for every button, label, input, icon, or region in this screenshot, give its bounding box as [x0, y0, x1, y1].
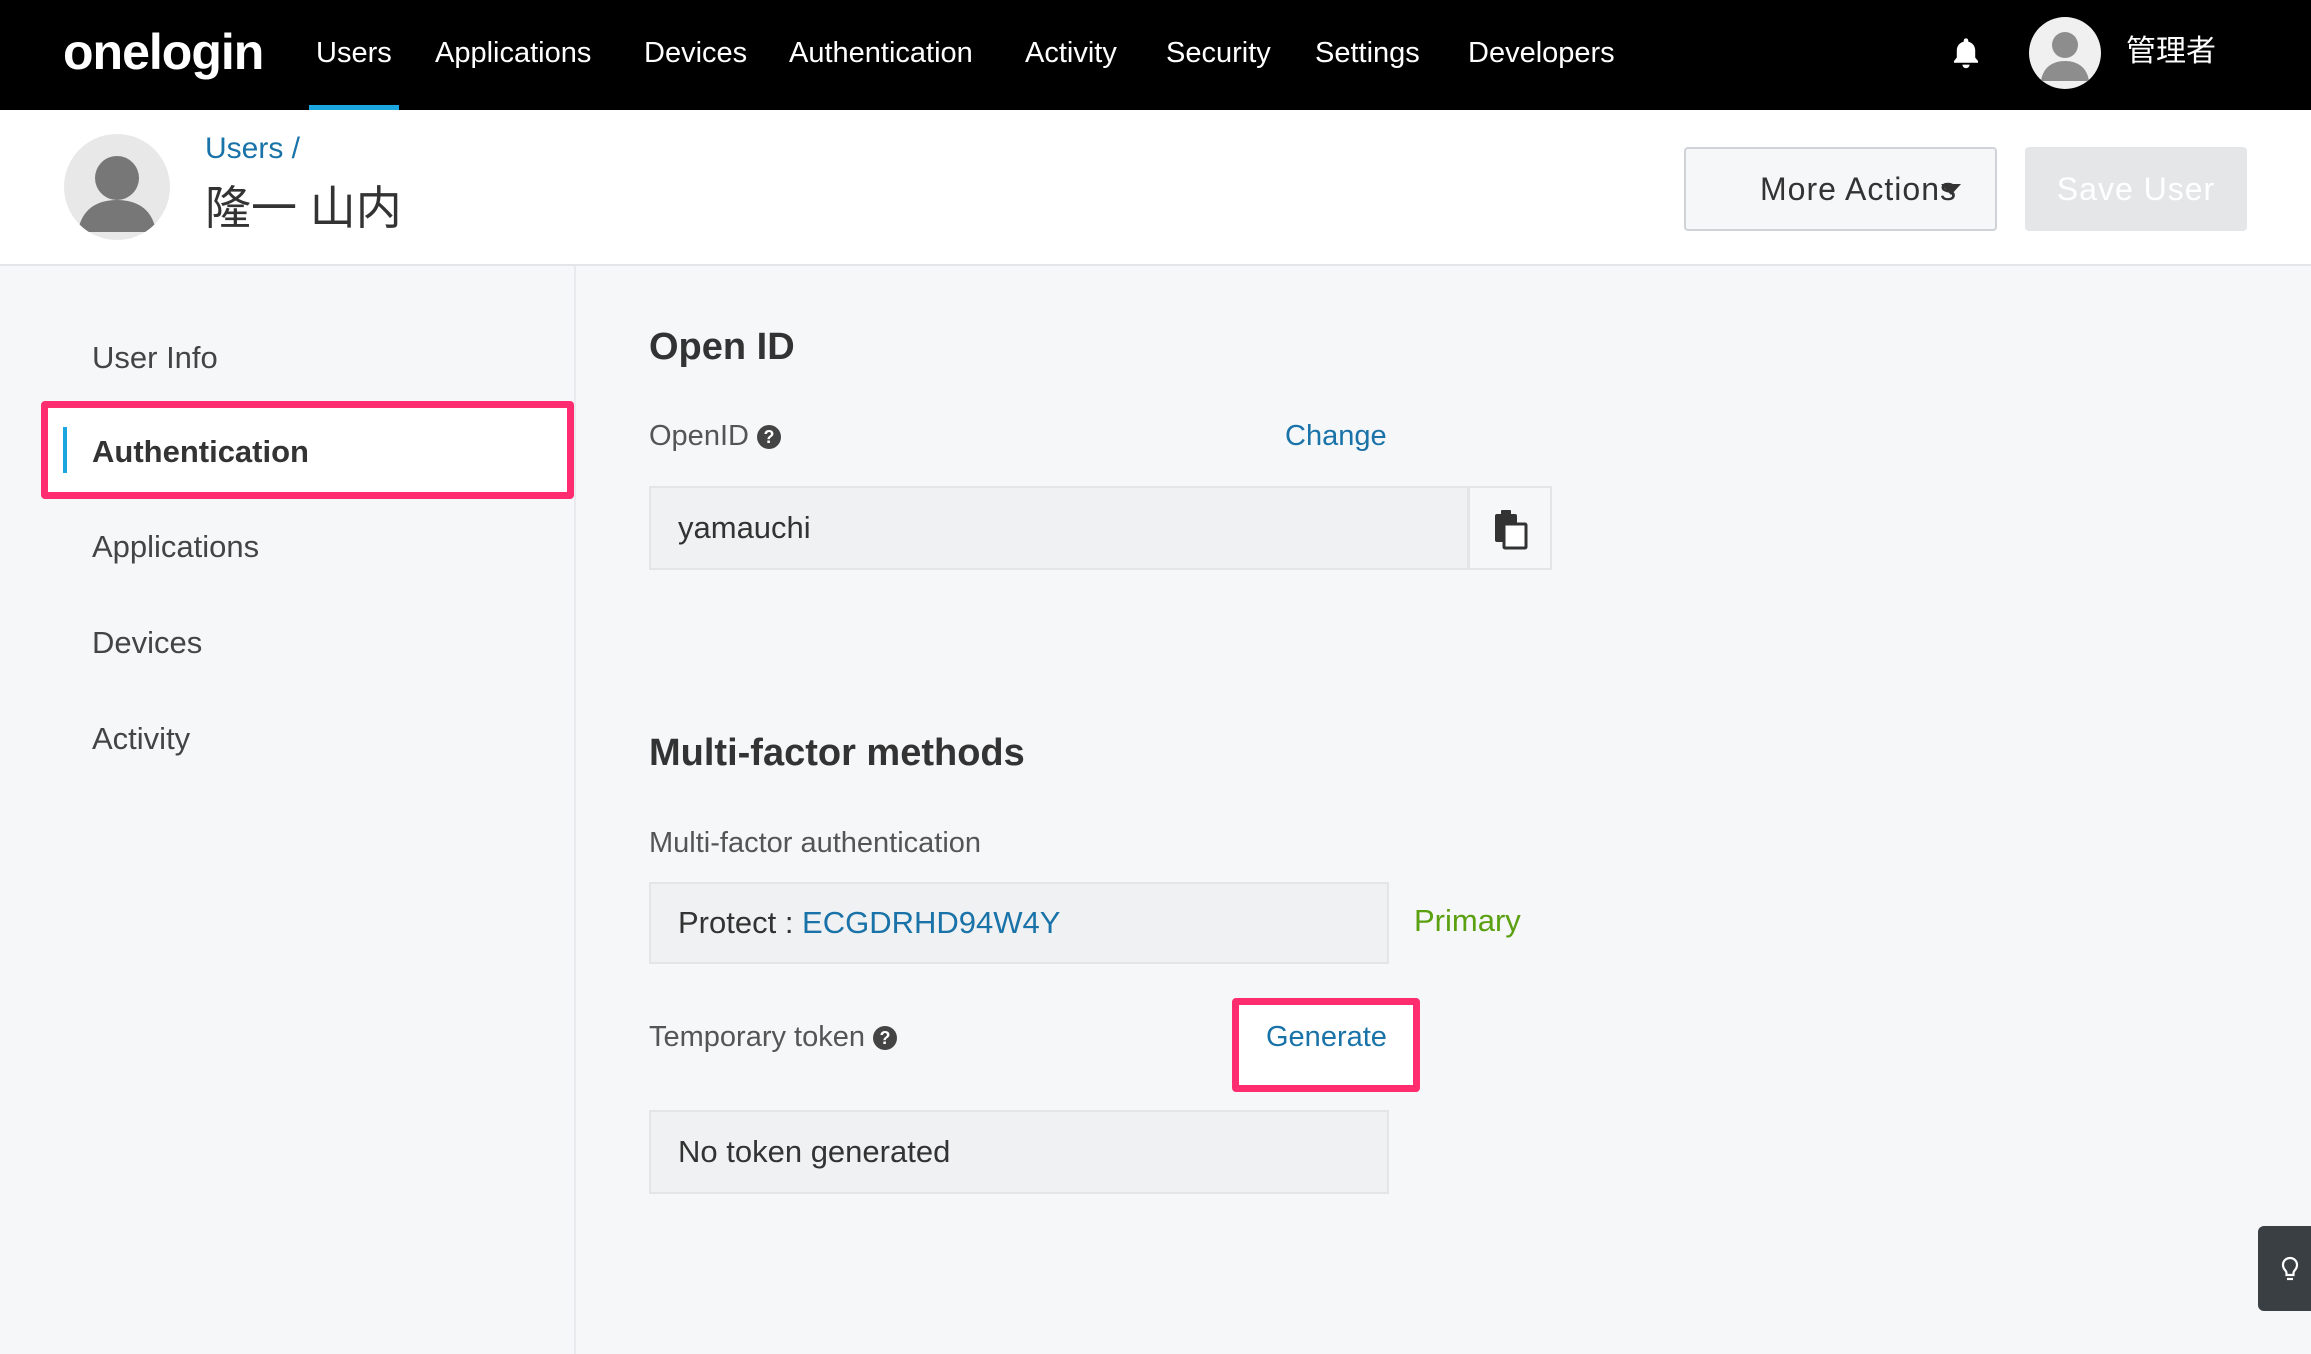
- openid-value: yamauchi: [678, 510, 811, 545]
- mfa-heading: Multi-factor methods: [649, 732, 1025, 774]
- nav-developers[interactable]: Developers: [1468, 0, 1615, 110]
- mfa-device-field: Protect : ECGDRHD94W4Y: [649, 882, 1389, 964]
- breadcrumb-users[interactable]: Users /: [205, 132, 300, 166]
- generate-link[interactable]: Generate: [1266, 1021, 1387, 1054]
- save-user-button[interactable]: Save User: [2025, 147, 2247, 231]
- copy-button[interactable]: [1468, 486, 1552, 570]
- temp-token-label-text: Temporary token: [649, 1021, 865, 1053]
- sidebar-item-user-info[interactable]: User Info: [92, 340, 218, 376]
- openid-change-link[interactable]: Change: [1285, 420, 1387, 453]
- nav-security[interactable]: Security: [1166, 0, 1271, 110]
- openid-field[interactable]: yamauchi: [649, 486, 1469, 570]
- nav-user-avatar[interactable]: [2029, 17, 2101, 89]
- primary-badge: Primary: [1414, 903, 1521, 938]
- nav-settings[interactable]: Settings: [1315, 0, 1420, 110]
- nav-devices[interactable]: Devices: [644, 0, 747, 110]
- sidebar-item-devices[interactable]: Devices: [92, 625, 202, 661]
- copy-icon: [1495, 510, 1528, 550]
- main-content: Open ID OpenID? Change yamauchi Multi-fa…: [578, 266, 2311, 1354]
- sidebar-item-authentication[interactable]: Authentication: [92, 434, 309, 470]
- user-avatar: [64, 134, 170, 240]
- more-actions-label: More Actions: [1760, 171, 1957, 207]
- page-title: 隆一 山内: [205, 182, 402, 234]
- sidebar-item-applications[interactable]: Applications: [92, 529, 259, 565]
- nav-authentication[interactable]: Authentication: [789, 0, 973, 110]
- question-circle-icon[interactable]: ?: [756, 425, 781, 449]
- temp-token-value: No token generated: [678, 1134, 951, 1169]
- nav-users[interactable]: Users: [309, 0, 399, 110]
- openid-heading: Open ID: [649, 326, 795, 368]
- onelogin-logo[interactable]: onelogin: [63, 20, 264, 84]
- sidebar: User Info Authentication Applications De…: [0, 266, 576, 1354]
- caret-down-icon: [1941, 184, 1961, 195]
- active-indicator: [63, 427, 67, 473]
- mfa-device-prefix: Protect :: [678, 905, 803, 940]
- temp-token-label: Temporary token?: [649, 1021, 897, 1054]
- bell-icon[interactable]: [1949, 35, 1983, 73]
- lightbulb-icon: [2281, 1256, 2299, 1281]
- openid-label-text: OpenID: [649, 420, 749, 452]
- page-header: Users / 隆一 山内 More Actions Save User: [0, 110, 2311, 266]
- hint-tab[interactable]: [2258, 1226, 2311, 1311]
- nav-user-name[interactable]: 管理者: [2126, 0, 2216, 104]
- nav-applications[interactable]: Applications: [435, 0, 591, 110]
- openid-label: OpenID?: [649, 420, 781, 453]
- mfa-label: Multi-factor authentication: [649, 827, 982, 859]
- temp-token-field: No token generated: [649, 1110, 1389, 1194]
- mfa-device-link[interactable]: ECGDRHD94W4Y: [802, 905, 1060, 940]
- top-navbar: onelogin Users Applications Devices Auth…: [0, 0, 2311, 110]
- sidebar-item-activity[interactable]: Activity: [92, 721, 190, 757]
- more-actions-button[interactable]: More Actions: [1684, 147, 1997, 231]
- nav-activity[interactable]: Activity: [1025, 0, 1117, 110]
- question-circle-icon[interactable]: ?: [873, 1026, 897, 1050]
